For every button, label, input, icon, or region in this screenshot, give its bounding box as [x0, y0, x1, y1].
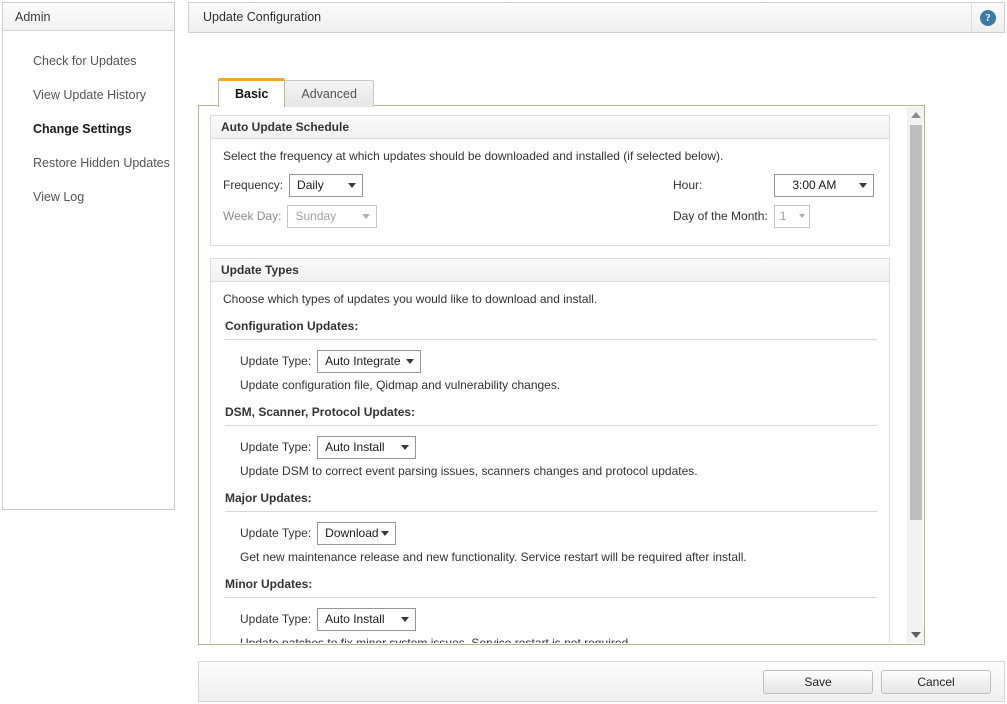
scroll-up-button[interactable]	[908, 107, 924, 123]
sidebar-nav: Check for Updates View Update History Ch…	[3, 31, 174, 214]
update-type-label: Update Type:	[240, 440, 311, 454]
weekday-select[interactable]: Sunday	[287, 205, 377, 228]
dsm-updates-row: Update Type: Auto Install	[240, 435, 877, 459]
update-types-title: Update Types	[211, 259, 889, 282]
group-title-dsm-scanner-protocol-updates: DSM, Scanner, Protocol Updates:	[225, 405, 877, 419]
divider	[225, 511, 877, 512]
triangle-up-icon	[911, 112, 921, 118]
configuration-updates-value: Auto Integrate	[325, 354, 400, 368]
triangle-down-icon	[911, 632, 921, 638]
schedule-description: Select the frequency at which updates sh…	[223, 148, 877, 164]
scroll-down-button[interactable]	[908, 627, 924, 643]
sidebar-item-restore-hidden-updates[interactable]: Restore Hidden Updates	[3, 146, 174, 180]
dsm-updates-note: Update DSM to correct event parsing issu…	[240, 463, 877, 479]
chevron-down-icon	[362, 214, 370, 219]
chevron-down-icon	[381, 531, 389, 536]
weekday-value: Sunday	[295, 209, 336, 223]
divider	[225, 339, 877, 340]
hour-label: Hour:	[673, 178, 702, 192]
day-of-month-value: 1	[780, 209, 787, 223]
auto-update-schedule-section: Auto Update Schedule Select the frequenc…	[210, 115, 890, 246]
help-button[interactable]: ?	[971, 2, 1004, 33]
page-header: Update Configuration ?	[188, 2, 1005, 33]
chevron-down-icon	[406, 359, 414, 364]
chevron-down-icon	[859, 183, 867, 188]
update-types-body: Choose which types of updates you would …	[211, 282, 889, 644]
day-of-month-select[interactable]: 1	[774, 205, 810, 228]
hour-select[interactable]: 3:00 AM	[774, 174, 874, 197]
weekday-row: Week Day: Sunday Day of the Month: 1	[223, 204, 877, 228]
group-title-minor-updates: Minor Updates:	[225, 577, 877, 591]
update-types-description: Choose which types of updates you would …	[223, 291, 877, 307]
dsm-updates-select[interactable]: Auto Install	[317, 436, 416, 459]
day-of-month-label: Day of the Month:	[673, 209, 768, 223]
dsm-updates-value: Auto Install	[325, 440, 384, 454]
sidebar-item-view-update-history[interactable]: View Update History	[3, 78, 174, 112]
settings-panel: Auto Update Schedule Select the frequenc…	[198, 105, 925, 645]
configuration-updates-note: Update configuration file, Qidmap and vu…	[240, 377, 877, 393]
minor-updates-select[interactable]: Auto Install	[317, 608, 416, 631]
sidebar: Admin Check for Updates View Update Hist…	[2, 2, 175, 510]
major-updates-note: Get new maintenance release and new func…	[240, 549, 877, 565]
frequency-select[interactable]: Daily	[289, 174, 363, 197]
cancel-button[interactable]: Cancel	[881, 670, 991, 694]
update-type-label: Update Type:	[240, 612, 311, 626]
frequency-label: Frequency:	[223, 178, 283, 192]
major-updates-select[interactable]: Download	[317, 522, 396, 545]
tab-basic[interactable]: Basic	[218, 78, 285, 107]
tab-advanced[interactable]: Advanced	[284, 80, 374, 107]
minor-updates-note: Update patches to fix minor system issue…	[240, 635, 877, 644]
frequency-row: Frequency: Daily Hour: 3:00 AM	[223, 173, 877, 197]
frequency-value: Daily	[297, 178, 324, 192]
sidebar-item-view-log[interactable]: View Log	[3, 180, 174, 214]
minor-updates-value: Auto Install	[325, 612, 384, 626]
settings-scroll-content: Auto Update Schedule Select the frequenc…	[200, 107, 900, 644]
chevron-down-icon	[348, 183, 356, 188]
divider	[225, 425, 877, 426]
sidebar-item-change-settings[interactable]: Change Settings	[3, 112, 174, 146]
update-type-label: Update Type:	[240, 526, 311, 540]
update-types-section: Update Types Choose which types of updat…	[210, 258, 890, 644]
major-updates-value: Download	[325, 526, 378, 540]
scrollbar-thumb[interactable]	[910, 125, 922, 520]
weekday-label: Week Day:	[223, 209, 281, 223]
question-mark-icon: ?	[980, 10, 996, 26]
tab-bar: Basic Advanced	[218, 78, 374, 107]
chevron-down-icon	[401, 617, 409, 622]
page-title: Update Configuration	[203, 3, 321, 32]
major-updates-row: Update Type: Download	[240, 521, 877, 545]
update-type-label: Update Type:	[240, 354, 311, 368]
footer-bar: Save Cancel	[198, 661, 1005, 702]
configuration-updates-select[interactable]: Auto Integrate	[317, 350, 421, 373]
sidebar-header: Admin	[3, 3, 174, 31]
save-button[interactable]: Save	[763, 670, 873, 694]
vertical-scrollbar[interactable]	[907, 107, 923, 643]
auto-update-schedule-body: Select the frequency at which updates sh…	[211, 139, 889, 245]
hour-value: 3:00 AM	[792, 178, 836, 192]
group-title-configuration-updates: Configuration Updates:	[225, 319, 877, 333]
chevron-down-icon	[799, 214, 805, 218]
main-region: Update Configuration ? Basic Advanced Au…	[188, 2, 1005, 702]
minor-updates-row: Update Type: Auto Install	[240, 607, 877, 631]
group-title-major-updates: Major Updates:	[225, 491, 877, 505]
sidebar-item-check-for-updates[interactable]: Check for Updates	[3, 44, 174, 78]
divider	[225, 597, 877, 598]
settings-panel-inner: Auto Update Schedule Select the frequenc…	[199, 106, 924, 644]
configuration-updates-row: Update Type: Auto Integrate	[240, 349, 877, 373]
auto-update-schedule-title: Auto Update Schedule	[211, 116, 889, 139]
chevron-down-icon	[401, 445, 409, 450]
